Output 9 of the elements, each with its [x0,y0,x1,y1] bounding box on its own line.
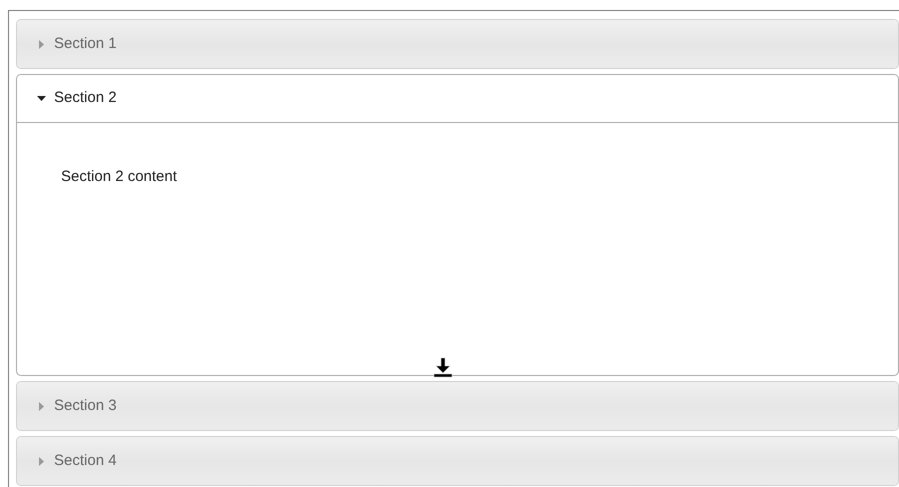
section-header[interactable]: Section 3 [17,382,898,430]
caret-right-icon [37,402,46,410]
caret-right-icon [37,40,46,48]
section-header[interactable]: Section 4 [17,437,898,485]
section-header[interactable]: Section 1 [17,20,898,68]
caret-right-icon [37,456,46,466]
caret-down-icon [37,94,46,103]
section-header[interactable]: Section 2 [17,75,898,123]
section-content: Section 2 content [61,168,177,185]
